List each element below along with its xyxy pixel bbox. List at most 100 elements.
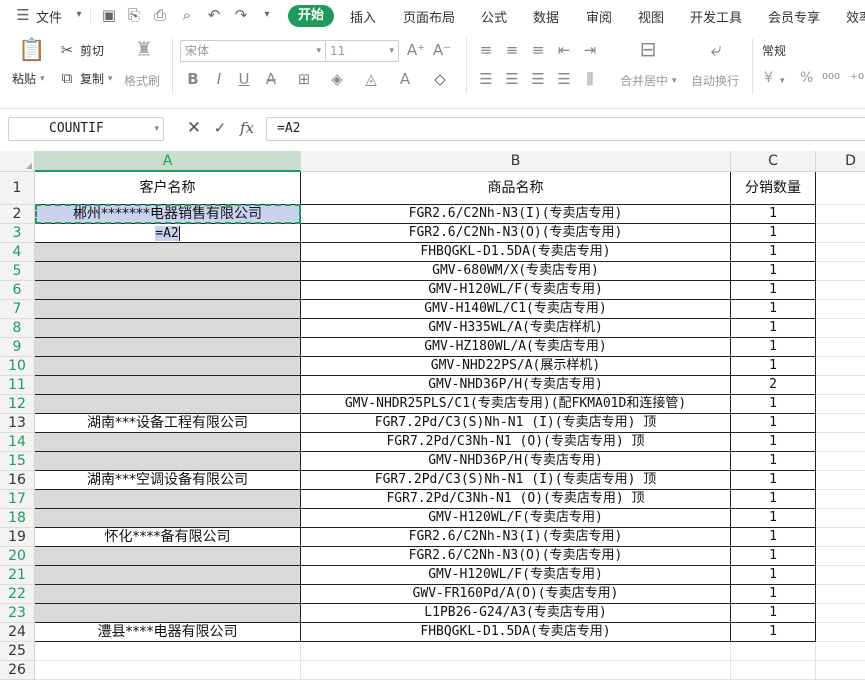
thousands-separator-icon[interactable]: ⁰⁰⁰ xyxy=(822,70,840,88)
cell-a-13[interactable]: 湖南***设备工程有限公司 xyxy=(35,414,301,433)
row-header[interactable]: 2 xyxy=(0,205,35,224)
row-header[interactable]: 9 xyxy=(0,338,35,357)
format-painter-icon[interactable]: ♜ xyxy=(132,39,156,64)
cell-b-21[interactable]: GMV-H120WL/F(专卖店专用) xyxy=(301,566,731,585)
cell-d-14[interactable] xyxy=(816,433,865,452)
cell-d-2[interactable] xyxy=(816,205,865,224)
cell-a-19[interactable]: 怀化****备有限公司 xyxy=(35,528,301,547)
font-name-select[interactable]: 宋体 ▾ xyxy=(180,40,326,62)
scissors-icon[interactable]: ✂ xyxy=(58,41,76,59)
cell-b-12[interactable]: GMV-NHDR25PLS/C1(专卖店专用)(配FKMA01D和连接管) xyxy=(301,395,731,414)
column-header-c[interactable]: C xyxy=(731,151,816,172)
row-header[interactable]: 22 xyxy=(0,585,35,604)
percent-button[interactable]: % xyxy=(800,70,813,86)
justify-icon[interactable]: ☰ xyxy=(556,70,572,88)
tab-view[interactable]: 视图 xyxy=(638,7,664,26)
font-color-icon[interactable]: A xyxy=(396,70,414,88)
cell-c-7[interactable]: 1 xyxy=(731,300,816,319)
customize-toolbar-icon[interactable]: ▾ xyxy=(258,6,276,24)
cell-d-7[interactable] xyxy=(816,300,865,319)
cell-c-21[interactable]: 1 xyxy=(731,566,816,585)
cell-c-23[interactable]: 1 xyxy=(731,604,816,623)
increase-font-icon[interactable]: A⁺ xyxy=(406,41,426,59)
cell-d-24[interactable] xyxy=(816,623,865,642)
file-menu[interactable]: 文件 xyxy=(36,7,62,26)
cell-c-8[interactable]: 1 xyxy=(731,319,816,338)
cell-d-12[interactable] xyxy=(816,395,865,414)
cell-b-10[interactable]: GMV-NHD22PS/A(展示样机) xyxy=(301,357,731,376)
align-bottom-icon[interactable]: ≡ xyxy=(530,41,546,59)
row-header[interactable]: 12 xyxy=(0,395,35,414)
chevron-down-icon[interactable]: ▾ xyxy=(70,6,88,24)
confirm-icon[interactable]: ✓ xyxy=(212,119,228,137)
cell-a-3[interactable]: =A2 xyxy=(35,224,301,243)
cell-b-3[interactable]: FGR2.6/C2Nh-N3(O)(专卖店专用) xyxy=(301,224,731,243)
cell-d-16[interactable] xyxy=(816,471,865,490)
formula-input[interactable]: =A2 xyxy=(266,117,865,141)
insert-function-button[interactable]: fx xyxy=(238,119,256,137)
cell-a-4[interactable] xyxy=(35,243,301,262)
cell-d-6[interactable] xyxy=(816,281,865,300)
align-right-icon[interactable]: ☰ xyxy=(530,70,546,88)
row-header[interactable]: 19 xyxy=(0,528,35,547)
cell-c-4[interactable]: 1 xyxy=(731,243,816,262)
cell-a-26[interactable] xyxy=(35,661,301,680)
cell-b-13[interactable]: FGR7.2Pd/C3(S)Nh-N1 (I)(专卖店专用) 顶 xyxy=(301,414,731,433)
italic-icon[interactable]: I xyxy=(210,70,228,88)
cell-a-21[interactable] xyxy=(35,566,301,585)
cancel-icon[interactable]: ✕ xyxy=(186,119,202,137)
cell-c-25[interactable] xyxy=(731,642,816,661)
cell-a-15[interactable] xyxy=(35,452,301,471)
bold-icon[interactable]: B xyxy=(184,70,202,88)
cell-b-7[interactable]: GMV-H140WL/C1(专卖店专用) xyxy=(301,300,731,319)
cell-a-8[interactable] xyxy=(35,319,301,338)
cell-b-17[interactable]: FGR7.2Pd/C3Nh-N1 (O)(专卖店专用) 顶 xyxy=(301,490,731,509)
indent-decrease-icon[interactable]: ⇤ xyxy=(556,41,572,59)
row-header[interactable]: 4 xyxy=(0,243,35,262)
font-size-select[interactable]: 11 ▾ xyxy=(325,40,399,62)
row-header[interactable]: 8 xyxy=(0,319,35,338)
align-middle-icon[interactable]: ≡ xyxy=(504,41,520,59)
row-header[interactable]: 6 xyxy=(0,281,35,300)
cell-b-1[interactable]: 商品名称 xyxy=(301,172,731,205)
cell-b-22[interactable]: GWV-FR160Pd/A(O)(专卖店专用) xyxy=(301,585,731,604)
export-icon[interactable]: ⎘ xyxy=(125,6,143,24)
row-header[interactable]: 23 xyxy=(0,604,35,623)
cell-c-1[interactable]: 分销数量 xyxy=(731,172,816,205)
tab-formulas[interactable]: 公式 xyxy=(481,7,507,26)
cell-a-6[interactable] xyxy=(35,281,301,300)
tab-review[interactable]: 审阅 xyxy=(586,7,612,26)
cell-c-5[interactable]: 1 xyxy=(731,262,816,281)
row-header[interactable]: 3 xyxy=(0,224,35,243)
cut-button[interactable]: 剪切 xyxy=(80,42,104,59)
row-header[interactable]: 26 xyxy=(0,661,35,680)
chevron-down-icon[interactable]: ▾ xyxy=(40,70,45,88)
eraser-icon[interactable]: ◇ xyxy=(430,70,450,88)
name-box[interactable]: COUNTIF ▾ xyxy=(8,117,164,141)
cell-d-21[interactable] xyxy=(816,566,865,585)
cell-c-18[interactable]: 1 xyxy=(731,509,816,528)
tab-home[interactable]: 开始 xyxy=(288,5,334,27)
align-center-icon[interactable]: ☰ xyxy=(504,70,520,88)
cell-d-13[interactable] xyxy=(816,414,865,433)
cell-d-20[interactable] xyxy=(816,547,865,566)
fill-bucket-icon[interactable]: ◬ xyxy=(362,70,380,88)
row-header[interactable]: 10 xyxy=(0,357,35,376)
column-header-b[interactable]: B xyxy=(301,151,731,172)
underline-icon[interactable]: U xyxy=(235,70,253,88)
cell-d-15[interactable] xyxy=(816,452,865,471)
tab-efficiency[interactable]: 效率 xyxy=(846,7,865,26)
cell-d-18[interactable] xyxy=(816,509,865,528)
row-header[interactable]: 11 xyxy=(0,376,35,395)
cell-c-6[interactable]: 1 xyxy=(731,281,816,300)
cell-c-15[interactable]: 1 xyxy=(731,452,816,471)
cell-b-8[interactable]: GMV-H335WL/A(专卖店样机) xyxy=(301,319,731,338)
format-painter-button[interactable]: 格式刷 xyxy=(124,72,160,89)
cell-c-20[interactable]: 1 xyxy=(731,547,816,566)
cell-a-5[interactable] xyxy=(35,262,301,281)
chevron-down-icon[interactable]: ▾ xyxy=(108,70,113,88)
cell-d-4[interactable] xyxy=(816,243,865,262)
cell-b-19[interactable]: FGR2.6/C2Nh-N3(I)(专卖店专用) xyxy=(301,528,731,547)
number-format-select[interactable]: 常规 xyxy=(762,42,786,59)
print-icon[interactable]: ⎙ xyxy=(151,6,169,24)
